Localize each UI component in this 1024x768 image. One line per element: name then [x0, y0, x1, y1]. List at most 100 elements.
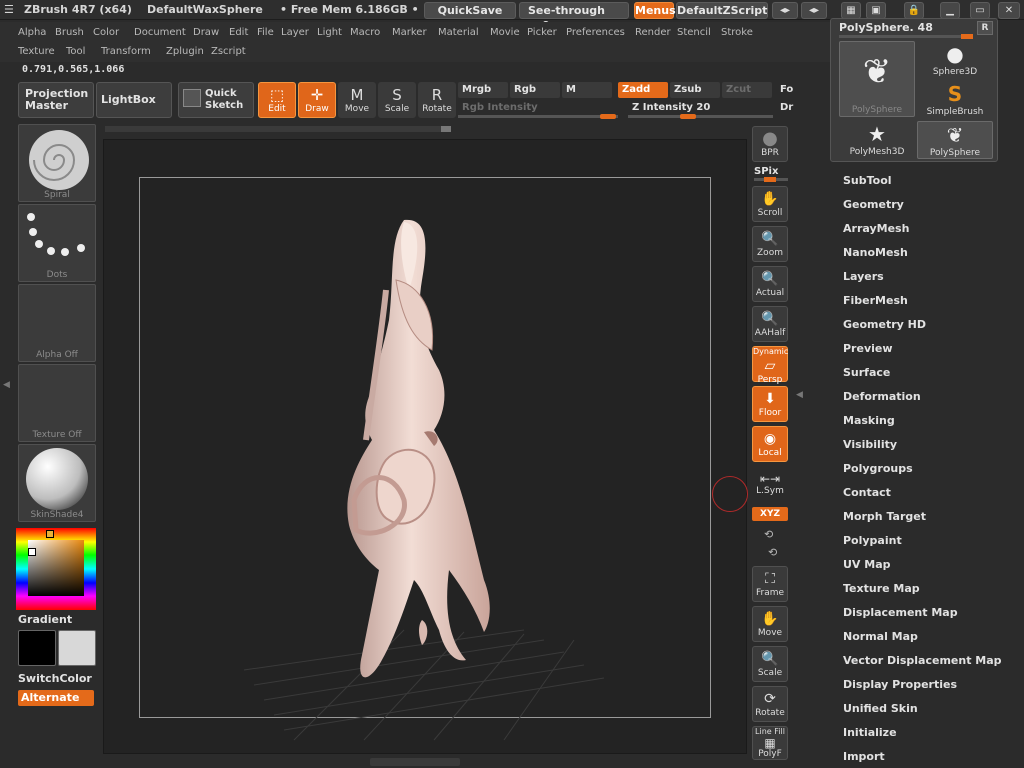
subpalette-vector-displacement-map[interactable]: Vector Displacement Map — [843, 654, 1002, 667]
sculpt-model-view[interactable] — [104, 140, 748, 755]
xyz-button[interactable]: XYZ — [752, 507, 788, 521]
subpalette-geometry-hd[interactable]: Geometry HD — [843, 318, 926, 331]
rgb-toggle[interactable]: Rgb — [510, 82, 560, 98]
subpalette-surface[interactable]: Surface — [843, 366, 890, 379]
m-toggle[interactable]: M — [562, 82, 612, 98]
subpalette-arraymesh[interactable]: ArrayMesh — [843, 222, 909, 235]
tool-r-button[interactable]: R — [977, 21, 993, 35]
menu-layer[interactable]: Layer — [281, 27, 309, 38]
left-tray-arrow-icon[interactable]: ◀ — [3, 380, 10, 390]
aahalf-button[interactable]: 🔍 AAHalf — [752, 306, 788, 342]
subpalette-display-properties[interactable]: Display Properties — [843, 678, 957, 691]
subpalette-subtool[interactable]: SubTool — [843, 174, 892, 187]
lightbox-button[interactable]: LightBox — [96, 82, 172, 118]
minimize-icon[interactable]: ▁ — [940, 2, 960, 19]
secondary-color-swatch[interactable] — [58, 630, 96, 666]
menu-stencil[interactable]: Stencil — [677, 27, 711, 38]
stroke-thumbnail[interactable]: Dots — [18, 204, 96, 282]
subpalette-fibermesh[interactable]: FiberMesh — [843, 294, 908, 307]
subpalette-contact[interactable]: Contact — [843, 486, 891, 499]
tool-polysphere-large[interactable]: ❦ PolySphere — [839, 41, 915, 117]
switch-color-button[interactable]: SwitchColor — [18, 672, 92, 685]
tool-simplebrush[interactable]: S SimpleBrush — [917, 81, 993, 119]
zoom-button[interactable]: 🔍 Zoom — [752, 226, 788, 262]
menu-zscript[interactable]: Zscript — [211, 46, 246, 57]
lock-icon[interactable]: 🔒 — [904, 2, 924, 19]
tool-polysphere-small[interactable]: ❦ PolySphere — [917, 121, 993, 159]
menu-document[interactable]: Document — [134, 27, 186, 38]
mrgb-toggle[interactable]: Mrgb — [458, 82, 508, 98]
gradient-label[interactable]: Gradient — [18, 613, 72, 626]
subpalette-masking[interactable]: Masking — [843, 414, 895, 427]
zcut-toggle[interactable]: Zcut — [722, 82, 772, 98]
color-marker[interactable] — [28, 548, 36, 556]
menu-macro[interactable]: Macro — [350, 27, 380, 38]
spix-knob[interactable] — [764, 177, 776, 182]
subpalette-displacement-map[interactable]: Displacement Map — [843, 606, 958, 619]
top-shelf-scrollbar[interactable] — [105, 126, 451, 132]
arrows-left-icon[interactable]: ◂▸ — [772, 2, 798, 19]
menu-light[interactable]: Light — [317, 27, 342, 38]
zsub-toggle[interactable]: Zsub — [670, 82, 720, 98]
maximize-icon[interactable]: ▭ — [970, 2, 990, 19]
subpalette-visibility[interactable]: Visibility — [843, 438, 897, 451]
tool-sphere3d[interactable]: ● Sphere3D — [917, 41, 993, 79]
menu-transform[interactable]: Transform — [101, 46, 151, 57]
color-picker[interactable] — [16, 528, 96, 610]
menu-color[interactable]: Color — [93, 27, 119, 38]
frame-button[interactable]: ⛶ Frame — [752, 566, 788, 602]
draw-button[interactable]: ✛ Draw — [298, 82, 336, 118]
document-canvas[interactable] — [103, 139, 747, 754]
menu-marker[interactable]: Marker — [392, 27, 427, 38]
subpalette-texture-map[interactable]: Texture Map — [843, 582, 920, 595]
default-zscript-button[interactable]: DefaultZScript — [676, 2, 768, 19]
subpalette-layers[interactable]: Layers — [843, 270, 884, 283]
rotate-button[interactable]: R Rotate — [418, 82, 456, 118]
spix-slider[interactable]: SPix — [754, 166, 778, 177]
rotate-z-icon[interactable]: ⟲ — [768, 546, 777, 559]
subpalette-initialize[interactable]: Initialize — [843, 726, 897, 739]
local-button[interactable]: ◉ Local — [752, 426, 788, 462]
saturation-square[interactable] — [28, 540, 84, 596]
subpalette-morph-target[interactable]: Morph Target — [843, 510, 926, 523]
menu-file[interactable]: File — [257, 27, 274, 38]
bpr-button[interactable]: ● BPR — [752, 126, 788, 162]
brush-thumbnail[interactable]: Spiral — [18, 124, 96, 202]
zadd-toggle[interactable]: Zadd — [618, 82, 668, 98]
menu-render[interactable]: Render — [635, 27, 671, 38]
tool-polymesh3d[interactable]: ★ PolyMesh3D — [839, 121, 915, 159]
material-thumbnail[interactable]: SkinShade4 — [18, 444, 96, 522]
close-icon[interactable]: ✕ — [998, 2, 1020, 19]
move-button[interactable]: M Move — [338, 82, 376, 118]
persp-button[interactable]: Dynamic ▱ Persp — [752, 346, 788, 385]
window-tile-icon[interactable]: ▣ — [866, 2, 886, 19]
z-intensity-slider[interactable]: Z Intensity 20 — [628, 100, 773, 116]
z-intensity-knob[interactable] — [680, 114, 696, 119]
wax-model[interactable] — [347, 219, 490, 678]
menu-stroke[interactable]: Stroke — [721, 27, 753, 38]
menu-zplugin[interactable]: Zplugin — [166, 46, 204, 57]
scale-button[interactable]: S Scale — [378, 82, 416, 118]
subpalette-nanomesh[interactable]: NanoMesh — [843, 246, 908, 259]
subpalette-geometry[interactable]: Geometry — [843, 198, 904, 211]
top-shelf-scroll-thumb[interactable] — [441, 126, 451, 132]
actual-button[interactable]: 🔍 Actual — [752, 266, 788, 302]
focal-shift-label[interactable]: Fo — [776, 82, 800, 98]
edit-button[interactable]: ⬚ Edit — [258, 82, 296, 118]
menu-edit[interactable]: Edit — [229, 27, 248, 38]
rotate-view-button[interactable]: ⟳ Rotate — [752, 686, 788, 722]
menu-preferences[interactable]: Preferences — [566, 27, 625, 38]
scroll-button[interactable]: ✋ Scroll — [752, 186, 788, 222]
subpalette-uv-map[interactable]: UV Map — [843, 558, 891, 571]
subpalette-polygroups[interactable]: Polygroups — [843, 462, 913, 475]
primary-color-swatch[interactable] — [18, 630, 56, 666]
rgb-intensity-knob[interactable] — [600, 114, 616, 119]
menu-tool[interactable]: Tool — [66, 46, 85, 57]
texture-thumbnail[interactable]: Texture Off — [18, 364, 96, 442]
menu-texture[interactable]: Texture — [18, 46, 55, 57]
subpalette-preview[interactable]: Preview — [843, 342, 893, 355]
rgb-intensity-slider[interactable]: Rgb Intensity — [458, 100, 618, 116]
draw-size-label[interactable]: Dr — [776, 100, 800, 116]
menu-brush[interactable]: Brush — [55, 27, 84, 38]
alternate-button[interactable]: Alternate — [18, 690, 94, 706]
